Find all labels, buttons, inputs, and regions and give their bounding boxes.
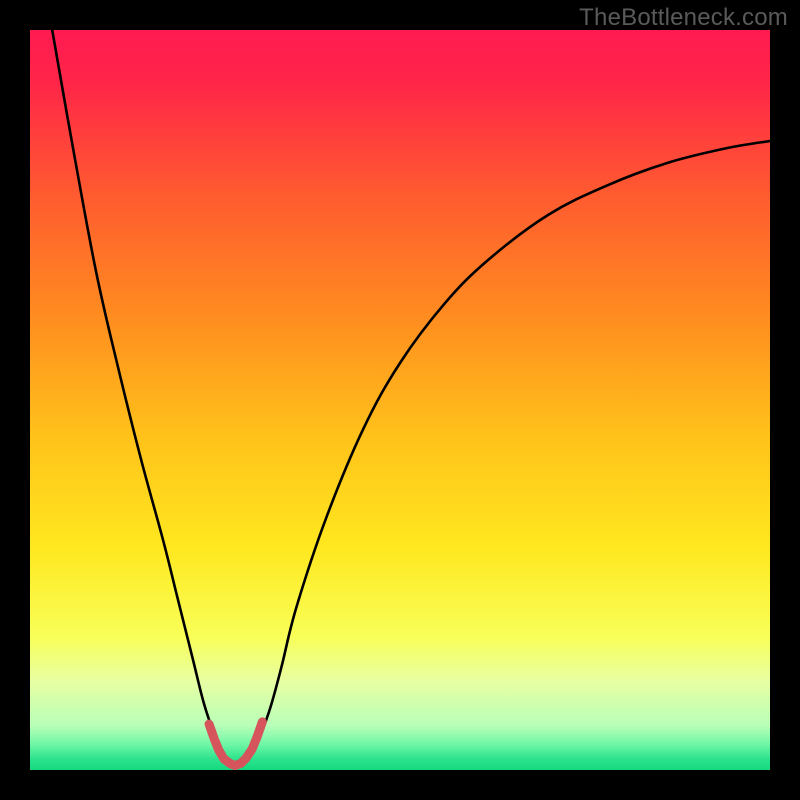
watermark-text: TheBottleneck.com (579, 4, 788, 32)
bottleneck-chart (0, 0, 800, 800)
chart-plot-area (30, 30, 770, 770)
